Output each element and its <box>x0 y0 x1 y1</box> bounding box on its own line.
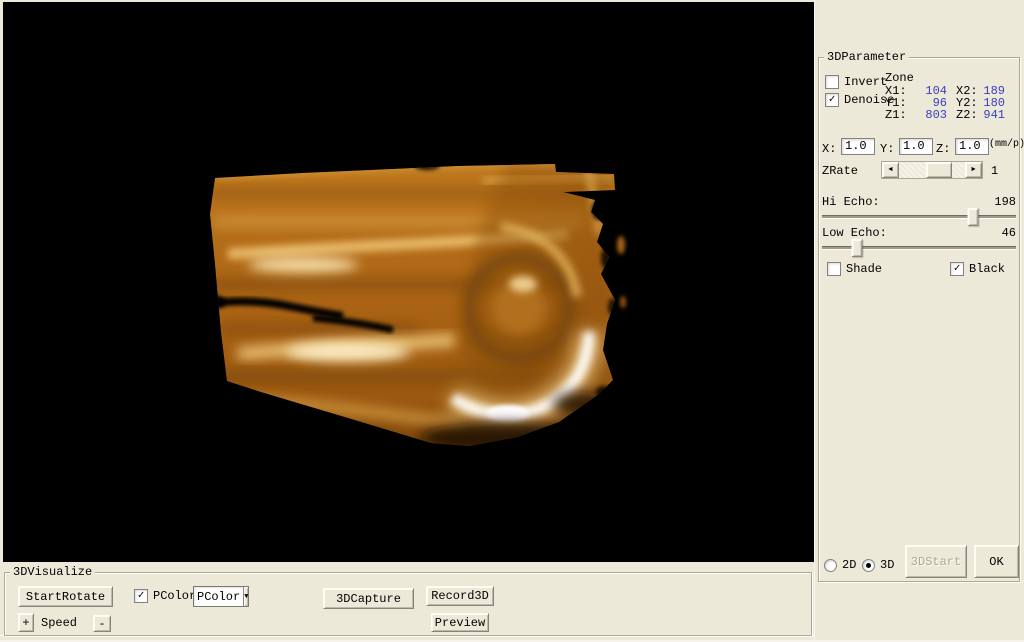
radio-2d-label: 2D <box>842 558 856 572</box>
scale-y-input[interactable] <box>899 138 933 155</box>
low-echo-slider[interactable] <box>822 237 1016 257</box>
black-checkbox[interactable]: ✓ Black <box>950 262 1005 276</box>
zrate-scroll-right-button[interactable]: ► <box>965 162 982 178</box>
scale-unit-label: (mm/p) <box>989 139 1024 150</box>
zone-z1-value: 803 <box>907 108 947 122</box>
check-icon: ✓ <box>138 591 145 601</box>
preview-button[interactable]: Preview <box>431 613 489 632</box>
scale-z-input[interactable] <box>955 138 989 155</box>
render-viewport[interactable] <box>3 2 814 562</box>
hi-echo-slider-track <box>822 215 1016 219</box>
check-icon: ✓ <box>954 264 961 274</box>
speed-plus-button[interactable]: + <box>18 613 34 632</box>
invert-checkbox-label: Invert <box>844 75 887 89</box>
low-echo-slider-thumb[interactable] <box>851 239 862 257</box>
black-checkbox-label: Black <box>969 262 1005 276</box>
start-rotate-button[interactable]: StartRotate <box>18 586 113 607</box>
ok-button[interactable]: OK <box>974 545 1019 578</box>
radio-2d-circle <box>824 559 837 572</box>
pcolor-dropdown[interactable]: PColor ▼ <box>193 586 249 607</box>
3dstart-button[interactable]: 3DStart <box>905 545 967 578</box>
3dcapture-button[interactable]: 3DCapture <box>323 588 414 609</box>
zrate-value: 1 <box>991 164 998 178</box>
chevron-down-icon: ▼ <box>244 593 248 601</box>
zrate-scroll-thumb[interactable] <box>926 162 952 178</box>
record3d-button[interactable]: Record3D <box>426 586 494 606</box>
hi-echo-slider[interactable] <box>822 206 1016 226</box>
pcolor-dropdown-value: PColor <box>194 590 243 604</box>
pcolor-dropdown-button[interactable]: ▼ <box>243 587 248 606</box>
pcolor-checkbox-box: ✓ <box>134 589 148 603</box>
speed-label: Speed <box>41 616 77 630</box>
invert-checkbox[interactable]: ✓ Invert <box>825 75 887 89</box>
ultrasound-volume <box>3 2 814 562</box>
visualize-group-title: 3DVisualize <box>10 565 95 579</box>
zone-z2-value: 941 <box>965 108 1005 122</box>
arrow-right-icon: ► <box>971 167 975 174</box>
denoise-checkbox-box: ✓ <box>825 93 839 107</box>
speed-minus-button[interactable]: - <box>93 615 111 632</box>
zone-title: Zone <box>885 71 914 85</box>
scale-x-input[interactable] <box>841 138 875 155</box>
black-checkbox-box: ✓ <box>950 262 964 276</box>
radio-3d-label: 3D <box>880 558 894 572</box>
scale-z-label: Z: <box>936 142 950 156</box>
visualize-panel: 3DVisualize StartRotate ✓ PColor PColor … <box>0 562 814 640</box>
radio-3d[interactable]: 3D <box>862 558 894 572</box>
zone-z1-label: Z1: <box>885 108 907 122</box>
radio-2d[interactable]: 2D <box>824 558 856 572</box>
zrate-scroll-left-button[interactable]: ◄ <box>882 162 899 178</box>
hi-echo-slider-thumb[interactable] <box>967 208 978 226</box>
visualize-groupbox: 3DVisualize StartRotate ✓ PColor PColor … <box>4 572 812 636</box>
app-window: 3DParameter ✓ Invert ✓ Denoise Zone X1: … <box>0 0 1024 642</box>
invert-checkbox-box: ✓ <box>825 75 839 89</box>
arrow-left-icon: ◄ <box>888 167 892 174</box>
scale-x-label: X: <box>822 142 836 156</box>
shade-checkbox-box: ✓ <box>827 262 841 276</box>
parameter-groupbox: 3DParameter ✓ Invert ✓ Denoise Zone X1: … <box>818 57 1020 582</box>
denoise-checkbox[interactable]: ✓ Denoise <box>825 93 894 107</box>
zrate-scrollbar[interactable]: ◄ ► <box>881 161 983 179</box>
shade-checkbox-label: Shade <box>846 262 882 276</box>
parameter-group-title: 3DParameter <box>824 50 909 64</box>
check-icon: ✓ <box>829 95 836 105</box>
pcolor-checkbox-label: PColor <box>153 589 196 603</box>
pcolor-checkbox[interactable]: ✓ PColor <box>134 589 196 603</box>
scale-y-label: Y: <box>880 142 894 156</box>
parameter-panel: 3DParameter ✓ Invert ✓ Denoise Zone X1: … <box>814 0 1024 640</box>
radio-3d-circle <box>862 559 875 572</box>
zrate-label: ZRate <box>822 164 858 178</box>
shade-checkbox[interactable]: ✓ Shade <box>827 262 882 276</box>
